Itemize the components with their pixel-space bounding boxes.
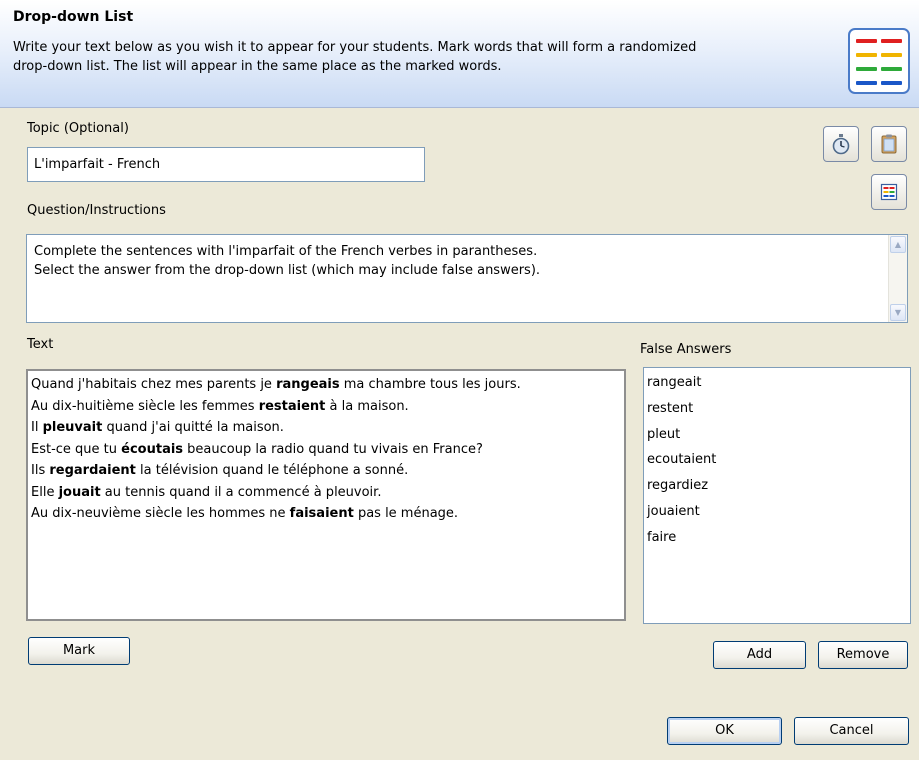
- question-scrollbar[interactable]: ▲ ▼: [888, 235, 907, 322]
- text-line-after: ma chambre tous les jours.: [339, 377, 521, 392]
- text-line: Au dix-huitième siècle les femmes restai…: [31, 396, 521, 418]
- list-view-icon: [880, 183, 898, 201]
- question-text: Complete the sentences with l'imparfait …: [34, 242, 874, 280]
- false-answer-item[interactable]: rangeait: [647, 370, 716, 396]
- topic-input[interactable]: [27, 147, 425, 182]
- text-line: Il pleuvait quand j'ai quitté la maison.: [31, 417, 521, 439]
- text-line-after: à la maison.: [325, 398, 409, 414]
- text-line-before: Est-ce que tu: [31, 441, 122, 457]
- description-line-1: Write your text below as you wish it to …: [13, 40, 697, 55]
- scroll-up-icon[interactable]: ▲: [890, 236, 906, 253]
- clipboard-icon: [881, 134, 897, 154]
- mark-button[interactable]: Mark: [28, 637, 130, 665]
- false-answer-item[interactable]: pleut: [647, 422, 716, 448]
- false-answer-item[interactable]: jouaient: [647, 499, 716, 525]
- text-line-after: quand j'ai quitté la maison.: [102, 420, 284, 435]
- text-line-before: Quand j'habitais chez mes parents je: [31, 377, 277, 392]
- clipboard-button[interactable]: [871, 126, 907, 162]
- false-answer-item[interactable]: ecoutaient: [647, 447, 716, 473]
- text-line: Quand j'habitais chez mes parents je ran…: [31, 374, 521, 396]
- question-label: Question/Instructions: [27, 203, 166, 218]
- text-editor[interactable]: Quand j'habitais chez mes parents je ran…: [26, 369, 626, 621]
- false-answers-list[interactable]: rangeait restent pleut ecoutaient regardiez j…: [643, 367, 911, 624]
- description-line-2: drop-down list. The list will appear in …: [13, 59, 502, 74]
- topic-label: Topic (Optional): [27, 121, 129, 136]
- text-line: Au dix-neuvième siècle les hommes ne fai…: [31, 503, 521, 525]
- ok-button[interactable]: OK: [667, 717, 782, 745]
- marked-word: pleuvait: [42, 420, 103, 435]
- text-line-before: Ils: [31, 463, 50, 478]
- text-content: Quand j'habitais chez mes parents je ran…: [31, 374, 521, 525]
- marked-word: écoutais: [121, 441, 184, 457]
- text-line: Est-ce que tu écoutais beaucoup la radio…: [31, 439, 521, 461]
- dialog-header: Drop-down List Write your text below as …: [0, 0, 919, 108]
- question-line-1: Complete the sentences with l'imparfait …: [34, 244, 538, 259]
- dialog-description: Write your text below as you wish it to …: [13, 38, 833, 76]
- marked-word: rangeais: [276, 377, 340, 392]
- remove-button[interactable]: Remove: [818, 641, 908, 669]
- false-answer-item[interactable]: regardiez: [647, 473, 716, 499]
- timer-button[interactable]: [823, 126, 859, 162]
- text-line-before: Au dix-neuvième siècle les hommes ne: [31, 506, 290, 521]
- text-line-before: Il: [31, 420, 43, 435]
- text-line-after: la télévision quand le téléphone a sonné…: [135, 463, 409, 478]
- text-line-before: Au dix-huitième siècle les femmes: [31, 398, 259, 414]
- dropdown-list-icon: [848, 28, 910, 94]
- text-line: Elle jouait au tennis quand il a commenc…: [31, 482, 521, 504]
- text-line: Ils regardaient la télévision quand le t…: [31, 460, 521, 482]
- text-line-after: beaucoup la radio quand tu vivais en Fra…: [183, 441, 483, 457]
- marked-word: faisaient: [289, 506, 354, 521]
- text-line-before: Elle: [31, 484, 59, 500]
- false-answers-label: False Answers: [640, 342, 732, 357]
- add-button[interactable]: Add: [713, 641, 806, 669]
- false-answer-item[interactable]: restent: [647, 396, 716, 422]
- text-label: Text: [27, 337, 54, 352]
- scroll-down-icon[interactable]: ▼: [890, 304, 906, 321]
- list-view-button[interactable]: [871, 174, 907, 210]
- text-line-after: au tennis quand il a commencé à pleuvoir…: [100, 484, 382, 500]
- false-answers-items: rangeait restent pleut ecoutaient regardiez j…: [647, 370, 716, 551]
- dialog-title: Drop-down List: [13, 9, 134, 25]
- text-line-after: pas le ménage.: [353, 506, 459, 521]
- stopwatch-icon: [832, 134, 850, 155]
- marked-word: jouait: [58, 484, 101, 500]
- marked-word: regardaient: [49, 463, 136, 478]
- marked-word: restaient: [258, 398, 326, 414]
- question-textarea[interactable]: Complete the sentences with l'imparfait …: [26, 234, 908, 323]
- cancel-button[interactable]: Cancel: [794, 717, 909, 745]
- false-answer-item[interactable]: faire: [647, 525, 716, 551]
- question-line-2: Select the answer from the drop-down lis…: [34, 263, 541, 278]
